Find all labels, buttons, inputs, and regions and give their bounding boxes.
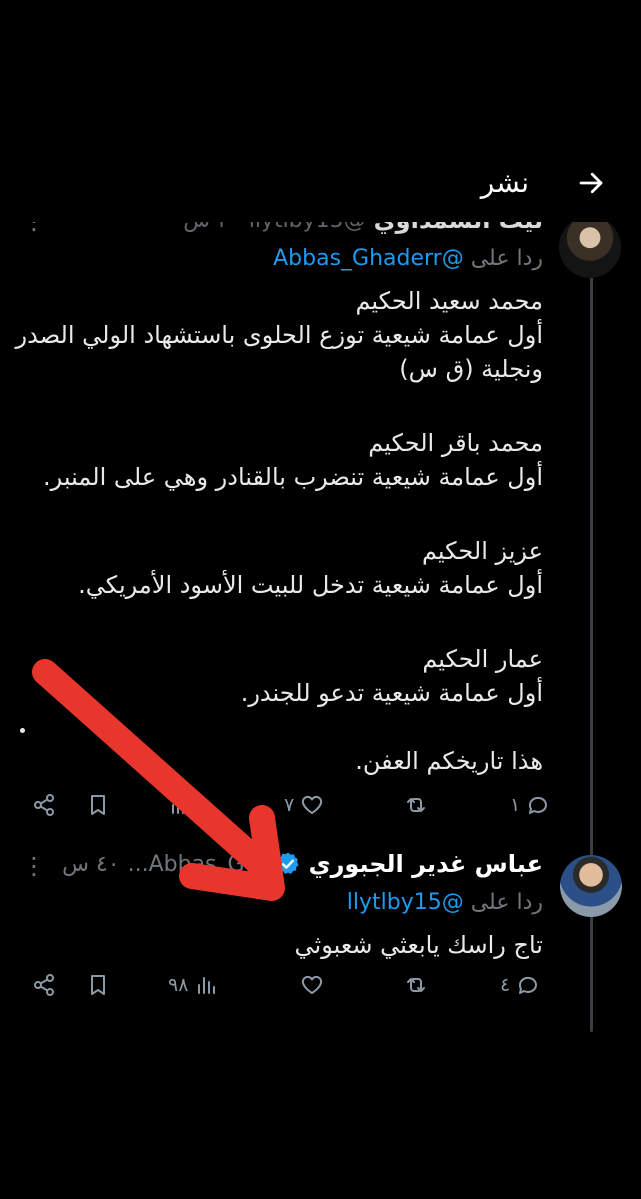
stray-dot <box>20 728 25 733</box>
author-name[interactable]: عباس غدير الجبوري <box>309 850 543 878</box>
top-app-bar: نشر <box>0 0 641 222</box>
reply-button[interactable]: ٤ <box>500 973 540 997</box>
back-button[interactable] <box>571 163 611 203</box>
avatar[interactable] <box>559 216 621 278</box>
tweet-body: محمد باقر الحكيم أول عمامة شيعية تنضرب ب… <box>3 426 543 494</box>
reply-mention-link[interactable]: @Abbas_Ghaderr <box>273 246 464 271</box>
reply-button[interactable]: ١ <box>510 793 550 817</box>
tweet-line: محمد سعيد الحكيم <box>355 287 543 315</box>
tweet-body: عزيز الحكيم أول عمامة شيعية تدخل للبيت ا… <box>3 534 543 602</box>
page-title: نشر <box>480 166 529 199</box>
verified-badge-icon <box>276 852 299 874</box>
tweet-line: عمار الحكيم <box>422 645 543 673</box>
more-icon[interactable]: ⋮ <box>22 852 48 880</box>
like-icon <box>301 975 323 994</box>
tweet-actions: ٧ ١ <box>0 793 641 823</box>
reply-count: ١ <box>510 794 521 816</box>
tweet-line: أول عمامة شيعية تنضرب بالقنادر وهي على ا… <box>43 463 543 491</box>
reply-mention-link[interactable]: @llytlby15 <box>347 890 464 915</box>
tweet-line: أول عمامة شيعية توزع الحلوى باستشهاد الو… <box>15 321 543 349</box>
reply-prefix: ردا على <box>470 246 543 271</box>
tweet-line: ونجلية (ق س) <box>399 355 543 383</box>
tweet-line: محمد باقر الحكيم <box>368 429 543 457</box>
retweet-icon <box>407 798 425 812</box>
reply-context: ردا على @llytlby15 <box>347 890 543 915</box>
avatar[interactable] <box>560 855 622 917</box>
reply-icon <box>529 796 548 814</box>
tweet-body: تاج راسك يابعثي شعبوثي <box>3 928 543 962</box>
retweet-button[interactable] <box>404 793 428 817</box>
retweet-icon <box>407 978 425 992</box>
bookmark-button[interactable] <box>86 973 110 997</box>
views-icon <box>198 977 216 994</box>
reply-count: ٤ <box>500 974 511 996</box>
share-button[interactable] <box>32 793 56 817</box>
share-icon <box>34 794 54 816</box>
thread-connector-line <box>590 272 593 1032</box>
reply-prefix: ردا على <box>470 890 543 915</box>
views-button[interactable] <box>168 793 192 817</box>
bookmark-icon <box>91 795 105 815</box>
tweet-header: عباس غدير الجبوري @Abbas_G... ٤٠ س <box>62 850 543 878</box>
tweet-time[interactable]: ٤٠ س <box>62 852 120 877</box>
share-icon <box>34 974 54 996</box>
tweet-line: هذا تاريخكم العفن. <box>355 747 543 775</box>
tweet-body: محمد سعيد الحكيم أول عمامة شيعية توزع ال… <box>3 284 543 386</box>
tweet-body: هذا تاريخكم العفن. <box>3 744 543 778</box>
back-arrow-icon <box>579 172 603 194</box>
tweet-actions: ٩٨ ٤ <box>0 973 641 1003</box>
retweet-button[interactable] <box>404 973 428 997</box>
share-button[interactable] <box>32 973 56 997</box>
views-icon <box>172 797 189 814</box>
like-icon <box>302 795 323 814</box>
like-button[interactable] <box>300 973 324 997</box>
reply-icon <box>519 976 538 994</box>
views-button[interactable]: ٩٨ <box>168 973 218 997</box>
tweet-line: تاج راسك يابعثي شعبوثي <box>294 931 543 959</box>
bookmark-button[interactable] <box>86 793 110 817</box>
tweet-body: عمار الحكيم أول عمامة شيعية تدعو للجندر. <box>3 642 543 710</box>
tweet-line: عزيز الحكيم <box>421 537 543 565</box>
tweet-line: أول عمامة شيعية تدعو للجندر. <box>240 679 543 707</box>
reply-context: ردا على @Abbas_Ghaderr <box>273 246 543 271</box>
like-count: ٧ <box>284 794 295 816</box>
bookmark-icon <box>91 975 105 995</box>
tweet-line: أول عمامة شيعية تدخل للبيت الأسود الأمري… <box>78 571 543 599</box>
author-handle[interactable]: @Abbas_G... <box>128 852 267 877</box>
views-count: ٩٨ <box>168 974 189 996</box>
like-button[interactable]: ٧ <box>284 793 324 817</box>
